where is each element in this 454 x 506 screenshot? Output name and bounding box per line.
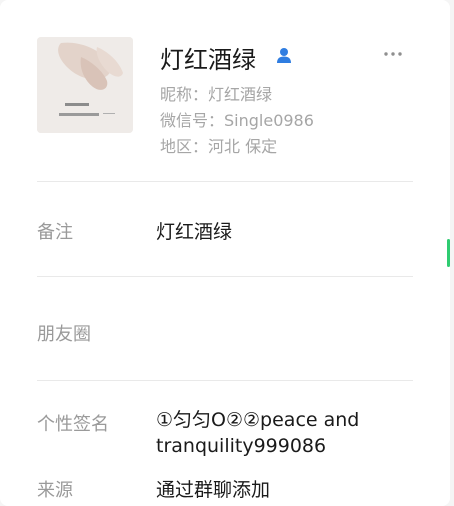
nickname-text: 昵称：灯红酒绿	[160, 85, 273, 104]
contact-name: 灯红酒绿	[160, 46, 256, 74]
signature-label: 个性签名	[37, 414, 109, 435]
wechat-id-text: 微信号：Single0986	[160, 111, 314, 130]
divider	[37, 181, 413, 182]
remark-label: 备注	[37, 222, 73, 243]
avatar[interactable]	[37, 37, 133, 133]
remark-value[interactable]: 灯红酒绿	[156, 217, 232, 244]
source-label: 来源	[37, 480, 73, 501]
source-value: 通过群聊添加	[156, 479, 271, 501]
divider	[37, 276, 413, 277]
more-dots-icon[interactable]	[380, 44, 406, 64]
divider	[37, 380, 413, 381]
moments-link[interactable]: 朋友圈	[37, 320, 91, 346]
avatar-photo-icon	[37, 37, 133, 133]
window-edge-accent	[447, 239, 450, 267]
region-text: 地区：河北 保定	[160, 137, 278, 156]
male-user-icon	[277, 48, 291, 63]
signature-value: ①匀匀O②②peace and tranquility999086	[156, 409, 360, 457]
contact-profile-card: 灯红酒绿 昵称：灯红酒绿 微信号：Single0986 地区：河北 保定 备注 …	[0, 0, 450, 506]
